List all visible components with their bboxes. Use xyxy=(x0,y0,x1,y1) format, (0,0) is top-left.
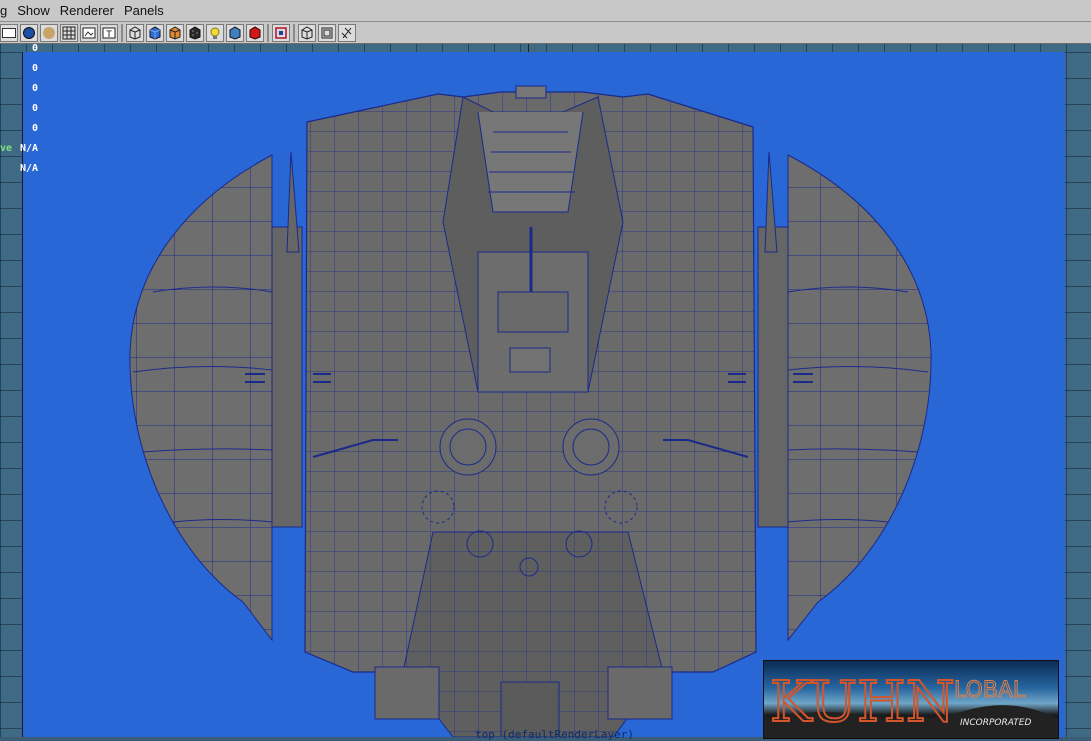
svg-text:T: T xyxy=(105,30,112,40)
xray-icon[interactable] xyxy=(246,23,264,42)
viewport-center-tick xyxy=(528,44,529,52)
toolbar-separator xyxy=(267,23,269,42)
menu-bar: g Show Renderer Panels xyxy=(0,0,1091,22)
camera-name-label: top (defaultRenderLayer) xyxy=(475,728,634,741)
hud-cut-label: ve xyxy=(0,143,13,154)
resolution-gate-icon[interactable]: T xyxy=(100,23,118,42)
select-camera-icon[interactable] xyxy=(20,23,38,42)
hud-value: 0 xyxy=(31,83,38,94)
heads-up-display: 0 0 0 0 0 ve N/A N/A xyxy=(0,44,40,184)
left-wing-pod xyxy=(129,154,303,642)
hud-value: 0 xyxy=(31,103,38,114)
lock-camera-icon[interactable] xyxy=(40,23,58,42)
3d-viewport-top[interactable] xyxy=(22,52,1065,737)
hud-value: 0 xyxy=(31,63,38,74)
menu-item-renderer[interactable]: Renderer xyxy=(55,3,119,18)
isolate-icon[interactable] xyxy=(272,23,290,42)
svg-text:INCORPORATED: INCORPORATED xyxy=(960,718,1031,728)
kuhn-global-logo: KUHN LOBAL INCORPORATED xyxy=(763,660,1059,739)
menu-item-panels[interactable]: Panels xyxy=(119,3,169,18)
image-plane-icon[interactable] xyxy=(80,23,98,42)
smooth-shade-icon[interactable] xyxy=(146,23,164,42)
toolbar-separator xyxy=(293,23,295,42)
svg-text:LOBAL: LOBAL xyxy=(954,678,1026,703)
svg-text:KUHN: KUHN xyxy=(770,670,955,735)
hud-value: 0 xyxy=(31,123,38,134)
frame-all-icon[interactable] xyxy=(298,23,316,42)
menu-item-g[interactable]: g xyxy=(0,3,12,18)
menu-item-show[interactable]: Show xyxy=(12,3,55,18)
main-hull xyxy=(245,85,813,737)
grid-icon[interactable] xyxy=(60,23,78,42)
panel-toolbar: T xyxy=(0,22,1091,44)
wireframe-icon[interactable] xyxy=(126,23,144,42)
hud-value: N/A xyxy=(19,163,38,174)
lights-icon[interactable] xyxy=(206,23,224,42)
shaded-wireframe-icon[interactable] xyxy=(166,23,184,42)
snapshot-icon[interactable] xyxy=(338,23,356,42)
hud-value: ve N/A xyxy=(0,143,38,154)
toolbar-separator xyxy=(121,23,123,42)
camera-attr-icon[interactable] xyxy=(0,23,18,42)
right-wing-pod xyxy=(757,154,932,642)
spaceship-wireframe-model[interactable] xyxy=(23,52,1065,737)
shadows-icon[interactable] xyxy=(226,23,244,42)
frame-selection-icon[interactable] xyxy=(318,23,336,42)
textured-icon[interactable] xyxy=(186,23,204,42)
hud-value: 0 xyxy=(31,43,38,54)
